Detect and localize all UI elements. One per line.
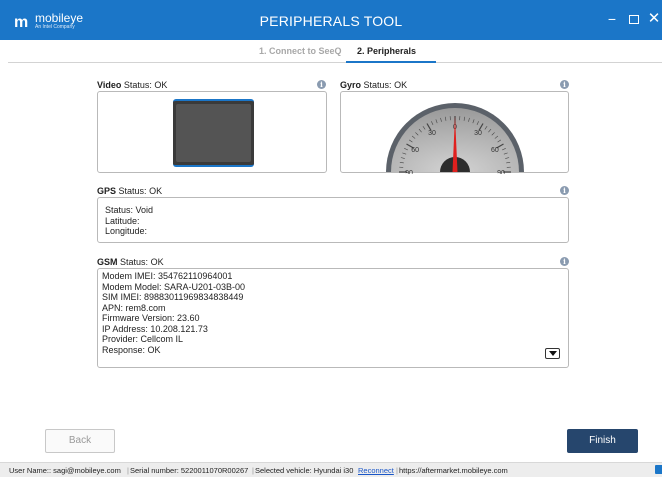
info-icon[interactable]: i xyxy=(317,80,326,89)
back-button[interactable]: Back xyxy=(45,429,115,453)
gsm-label: GSM Status: OK xyxy=(97,257,164,267)
gps-status-label: Status: xyxy=(118,186,147,196)
gsm-line: Firmware Version: 23.60 xyxy=(102,313,200,323)
gps-line: Longitude: xyxy=(105,226,148,236)
gyro-gauge: 9060300306090 xyxy=(386,103,524,174)
close-icon[interactable]: ✕ xyxy=(645,10,662,28)
video-label: Video Status: OK xyxy=(97,80,167,90)
gsm-line: APN: rem8.com xyxy=(102,302,166,313)
video-preview xyxy=(173,99,254,167)
gsm-status-label: Status: xyxy=(120,257,149,267)
status-separator: | xyxy=(396,466,398,475)
gsm-line: Provider: Cellcom IL xyxy=(102,334,184,344)
gauge-tick-label: 90 xyxy=(405,170,413,174)
video-panel xyxy=(97,91,327,173)
gsm-status-value: OK xyxy=(150,257,164,267)
tray-icon[interactable] xyxy=(655,465,662,474)
gyro-name: Gyro xyxy=(340,80,362,90)
gauge-tick-label: 30 xyxy=(474,130,482,137)
video-name: Video xyxy=(97,80,122,90)
finish-button[interactable]: Finish xyxy=(567,429,638,453)
gyro-label: Gyro Status: OK xyxy=(340,80,407,90)
gps-label: GPS Status: OK xyxy=(97,186,162,196)
status-url: https://aftermarket.mobileye.com xyxy=(399,466,508,475)
gps-status-value: OK xyxy=(149,186,163,196)
status-serial: Serial number: 5220011070R00267 xyxy=(130,466,249,475)
gsm-line: SIM IMEI: 89883011969834838449 xyxy=(102,292,244,302)
status-vehicle: Selected vehicle: Hyundai i30 xyxy=(255,466,354,475)
info-icon[interactable]: i xyxy=(560,80,569,89)
gps-info-text: Status: Void Latitude: Longitude: xyxy=(105,205,153,237)
gps-panel: Status: Void Latitude: Longitude: xyxy=(97,197,569,243)
status-user: User Name:: sagi@mobileye.com xyxy=(9,466,121,475)
video-status-label: Status: xyxy=(123,80,152,90)
minimize-icon[interactable]: − xyxy=(603,10,621,28)
wizard-steps: 1. Connect to SeeQ 2. Peripherals xyxy=(0,46,662,62)
app-title: PERIPHERALS TOOL xyxy=(259,13,403,29)
active-step-indicator xyxy=(346,61,436,63)
steps-divider xyxy=(8,62,662,63)
step-peripherals[interactable]: 2. Peripherals xyxy=(357,46,416,56)
gyro-status-label: Status: xyxy=(363,80,392,90)
gps-name: GPS xyxy=(97,186,117,196)
gyro-status-value: OK xyxy=(394,80,408,90)
status-bar: User Name:: sagi@mobileye.com | Serial n… xyxy=(0,462,662,477)
gsm-line: Response: OK xyxy=(102,344,161,355)
gsm-name: GSM xyxy=(97,257,118,267)
title-bar: m mobileye An Intel Company PERIPHERALS … xyxy=(0,0,662,40)
triangle-down-icon[interactable] xyxy=(545,348,560,359)
gps-line: Status: Void xyxy=(105,205,154,215)
maximize-icon[interactable] xyxy=(625,10,643,28)
gsm-panel[interactable]: Modem IMEI: 354762110964001 Modem Model:… xyxy=(97,268,569,368)
status-separator: | xyxy=(252,466,254,475)
gauge-tick-label: 60 xyxy=(491,147,499,154)
video-status-value: OK xyxy=(154,80,168,90)
gsm-line: IP Address: 10.208.121.73 xyxy=(102,323,208,334)
info-icon[interactable]: i xyxy=(560,257,569,266)
reconnect-link[interactable]: Reconnect xyxy=(358,463,394,477)
gauge-tick-label: 30 xyxy=(428,130,436,137)
gauge-tick-label: 90 xyxy=(497,170,505,174)
gauge-tick-label: 60 xyxy=(411,147,419,154)
gsm-line: Modem Model: SARA-U201-03B-00 xyxy=(102,281,246,292)
info-icon[interactable]: i xyxy=(560,186,569,195)
gyro-panel: 9060300306090 xyxy=(340,91,569,174)
gsm-info-text: Modem IMEI: 354762110964001 Modem Model:… xyxy=(102,271,245,355)
step-connect-to-seeq[interactable]: 1. Connect to SeeQ xyxy=(259,46,342,56)
gps-line: Latitude: xyxy=(105,215,140,226)
gsm-line: Modem IMEI: 354762110964001 xyxy=(102,271,233,281)
status-separator: | xyxy=(127,466,129,475)
